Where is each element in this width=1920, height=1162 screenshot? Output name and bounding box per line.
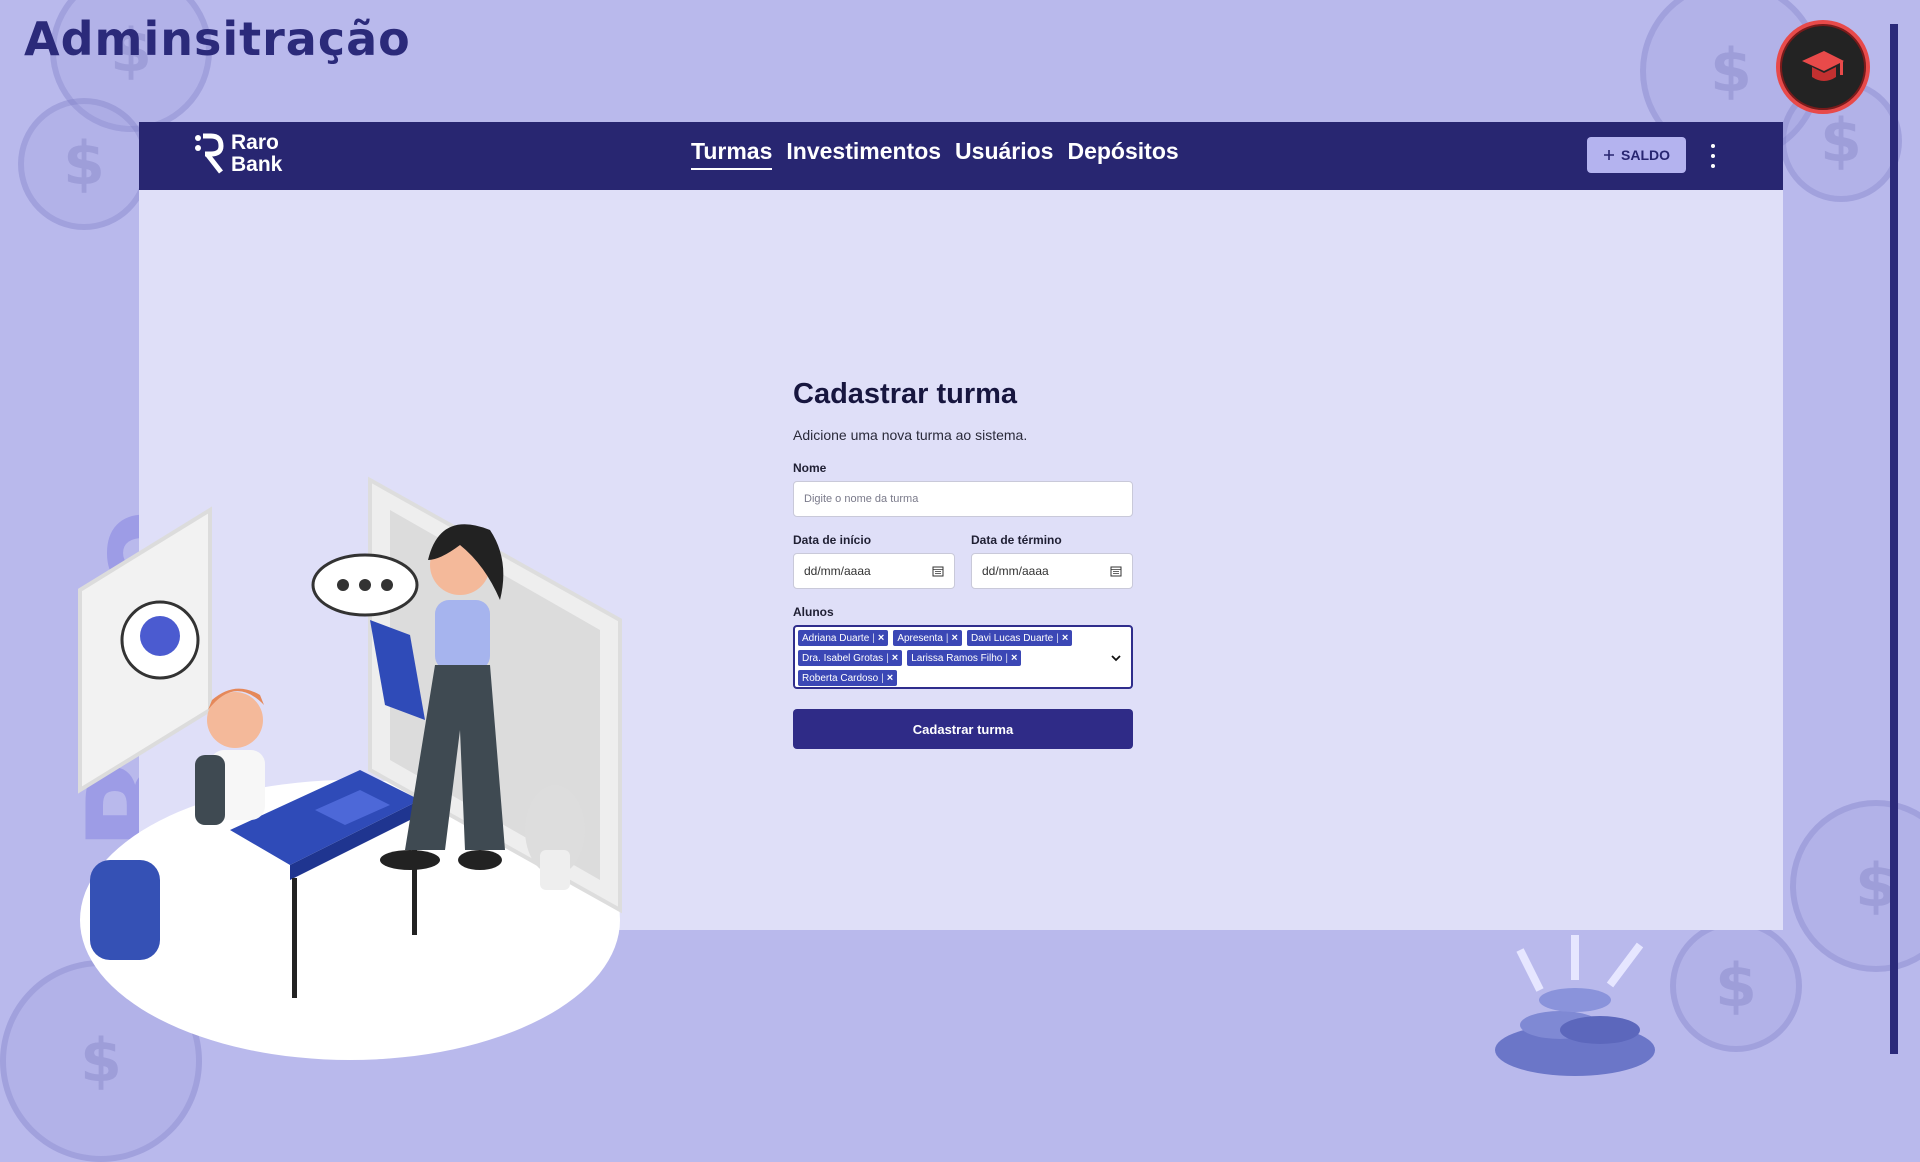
date-row: Data de início dd/mm/aaaa Data de términ…: [793, 533, 1133, 589]
coin-decoration: [1790, 800, 1920, 972]
logo-mark-icon: [195, 133, 224, 174]
plus-icon: [1604, 150, 1614, 160]
aluno-chip-label: Adriana Duarte: [802, 632, 870, 644]
nome-label: Nome: [793, 461, 827, 475]
cadastrar-turma-button[interactable]: Cadastrar turma: [793, 709, 1133, 749]
logo-text: Raro Bank: [231, 131, 283, 176]
chevron-down-icon[interactable]: [1109, 651, 1123, 665]
aluno-chip-label: Dra. Isabel Grotas: [802, 652, 884, 664]
kebab-menu-icon[interactable]: [1705, 144, 1721, 168]
remove-chip-icon[interactable]: ×: [952, 632, 958, 644]
saldo-button[interactable]: SALDO: [1587, 137, 1686, 173]
remove-chip-icon[interactable]: ×: [878, 632, 884, 644]
alunos-multiselect[interactable]: Adriana Duarte | × Apresenta | × Davi Lucas …: [793, 625, 1133, 689]
calendar-icon[interactable]: [1110, 565, 1122, 577]
nav-link-investimentos[interactable]: Investimentos: [786, 138, 941, 170]
data-inicio-value: dd/mm/aaaa: [804, 564, 871, 578]
nav-links: Turmas Investimentos Usuários Depósitos: [691, 138, 1179, 170]
right-edge-bar: [1890, 24, 1898, 1054]
data-termino-group: Data de término dd/mm/aaaa: [971, 533, 1133, 589]
brand-badge-icon: [1776, 20, 1870, 114]
page-title: Adminsitração: [24, 12, 411, 66]
remove-chip-icon[interactable]: ×: [892, 652, 898, 664]
nav-link-turmas[interactable]: Turmas: [691, 138, 773, 170]
remove-chip-icon[interactable]: ×: [1062, 632, 1068, 644]
data-termino-label: Data de término: [971, 533, 1062, 547]
coin-stack-illustration: [1495, 935, 1655, 1076]
data-termino-value: dd/mm/aaaa: [982, 564, 1049, 578]
remove-chip-icon[interactable]: ×: [887, 672, 893, 684]
cadastrar-turma-form: Cadastrar turma Adicione uma nova turma …: [793, 378, 1133, 749]
coin-decoration: [18, 98, 150, 230]
aluno-chip-label: Apresenta: [897, 632, 943, 644]
aluno-chip: Adriana Duarte | ×: [798, 630, 889, 646]
data-inicio-group: Data de início dd/mm/aaaa: [793, 533, 955, 589]
saldo-button-label: SALDO: [1621, 147, 1670, 163]
raro-bank-logo[interactable]: Raro Bank: [193, 132, 282, 176]
aluno-chip: Roberta Cardoso | ×: [798, 670, 898, 686]
aluno-chip-label: Larissa Ramos Filho: [911, 652, 1003, 664]
calendar-icon[interactable]: [932, 565, 944, 577]
coin-decoration: [1670, 920, 1802, 1052]
alunos-group: Alunos Adriana Duarte | × Apresenta | × Davi…: [793, 605, 1133, 689]
alunos-label: Alunos: [793, 605, 834, 619]
aluno-chip: Larissa Ramos Filho | ×: [907, 650, 1022, 666]
top-navbar: Raro Bank Turmas Investimentos Usuários …: [139, 122, 1783, 190]
data-inicio-label: Data de início: [793, 533, 872, 547]
nome-input[interactable]: [793, 481, 1133, 517]
nav-link-usuarios[interactable]: Usuários: [955, 138, 1053, 170]
aluno-chip-label: Davi Lucas Duarte: [970, 632, 1054, 644]
nav-link-depositos[interactable]: Depósitos: [1067, 138, 1178, 170]
classroom-illustration: [78, 476, 622, 1060]
nome-group: Nome: [793, 461, 1133, 517]
data-inicio-input[interactable]: dd/mm/aaaa: [793, 553, 955, 589]
aluno-chip: Apresenta | ×: [893, 630, 962, 646]
remove-chip-icon[interactable]: ×: [1011, 652, 1017, 664]
aluno-chip-label: Roberta Cardoso: [802, 672, 879, 684]
form-title: Cadastrar turma: [793, 378, 1018, 410]
form-subtitle: Adicione uma nova turma ao sistema.: [793, 427, 1028, 443]
data-termino-input[interactable]: dd/mm/aaaa: [971, 553, 1133, 589]
graduation-cap-icon: [1802, 51, 1844, 81]
aluno-chip: Davi Lucas Duarte | ×: [966, 630, 1073, 646]
aluno-chip: Dra. Isabel Grotas | ×: [798, 650, 903, 666]
